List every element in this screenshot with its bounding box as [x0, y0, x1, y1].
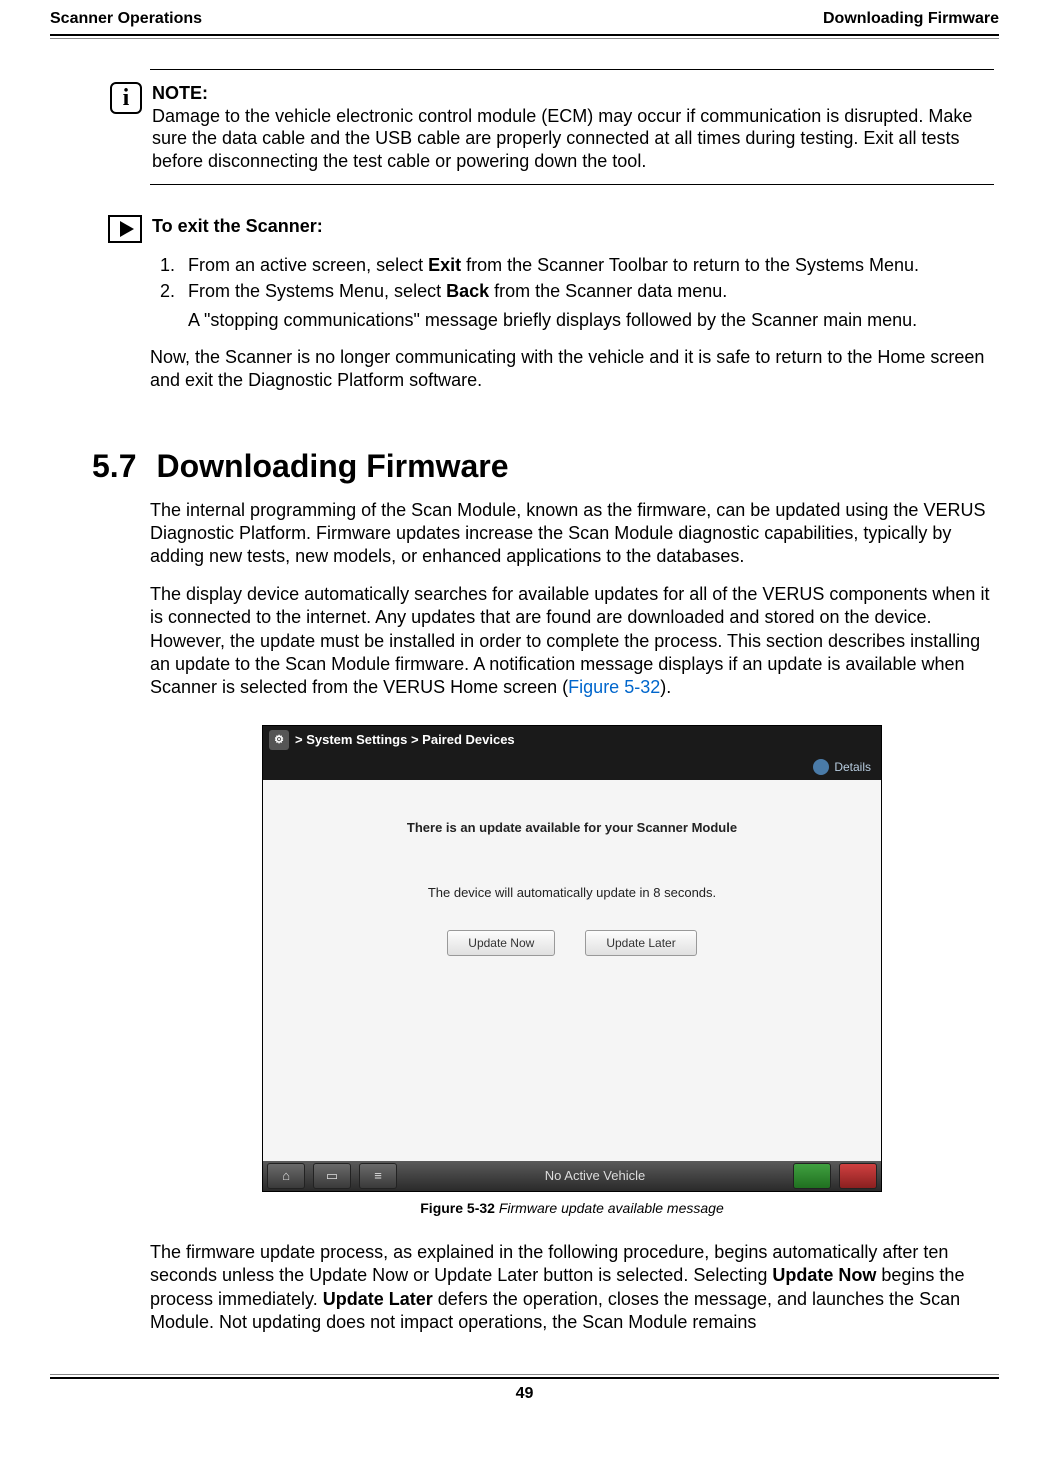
status-text: No Active Vehicle [401, 1168, 789, 1183]
screenshot-bottombar: ⌂ ▭ ≡ No Active Vehicle [263, 1161, 881, 1191]
note-text: Damage to the vehicle electronic control… [152, 106, 972, 171]
app-icon: ⚙ [269, 730, 289, 750]
details-label[interactable]: Details [834, 760, 871, 774]
update-message-2: The device will automatically update in … [263, 885, 881, 900]
page-number: 49 [50, 1377, 999, 1403]
exit-heading: To exit the Scanner: [152, 215, 323, 238]
step-1: From an active screen, select Exit from … [180, 253, 994, 277]
details-icon [813, 759, 829, 775]
update-now-button[interactable]: Update Now [447, 930, 555, 956]
update-later-button[interactable]: Update Later [585, 930, 696, 956]
header-left: Scanner Operations [50, 10, 202, 28]
screenshot-titlebar: ⚙ > System Settings > Paired Devices [263, 726, 881, 754]
header-right: Downloading Firmware [823, 10, 999, 28]
screenshot-subbar: Details [263, 754, 881, 780]
home-icon[interactable]: ⌂ [267, 1163, 305, 1189]
step-2: From the Systems Menu, select Back from … [180, 279, 994, 332]
note-block: i NOTE: Damage to the vehicle electronic… [150, 82, 994, 172]
status-icon-green[interactable] [793, 1163, 831, 1189]
update-message-1: There is an update available for your Sc… [263, 820, 881, 835]
menu-icon[interactable]: ≡ [359, 1163, 397, 1189]
page-header: Scanner Operations Downloading Firmware [50, 10, 999, 36]
figure-caption: Figure 5-32 Firmware update available me… [262, 1200, 882, 1216]
exit-closing: Now, the Scanner is no longer communicat… [150, 346, 994, 393]
status-icon-red[interactable] [839, 1163, 877, 1189]
section-p3: The firmware update process, as explaine… [150, 1241, 994, 1335]
step-2-sub: A "stopping communications" message brie… [188, 308, 994, 332]
figure-screenshot: ⚙ > System Settings > Paired Devices Det… [262, 725, 882, 1192]
windows-icon[interactable]: ▭ [313, 1163, 351, 1189]
section-p2: The display device automatically searche… [150, 583, 994, 700]
section-p1: The internal programming of the Scan Mod… [150, 499, 994, 569]
figure-reference-link[interactable]: Figure 5-32 [568, 677, 660, 697]
exit-steps: From an active screen, select Exit from … [150, 253, 994, 332]
info-icon: i [110, 82, 142, 114]
note-label: NOTE: [152, 83, 208, 103]
section-title: Downloading Firmware [156, 448, 508, 484]
play-icon [108, 215, 142, 243]
section-heading: 5.7 Downloading Firmware [92, 448, 994, 485]
section-number: 5.7 [92, 448, 136, 484]
